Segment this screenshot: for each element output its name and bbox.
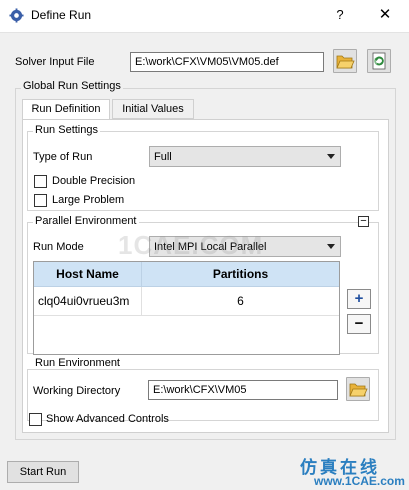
tab-run-definition[interactable]: Run Definition xyxy=(22,99,110,120)
solver-input-field[interactable]: E:\work\CFX\VM05\VM05.def xyxy=(130,52,324,72)
large-problem-label: Large Problem xyxy=(52,194,125,206)
run-mode-label: Run Mode xyxy=(33,241,84,253)
hosts-table: Host Name Partitions clq04ui0vrueu3m 6 xyxy=(33,261,340,355)
solver-input-label: Solver Input File xyxy=(15,56,95,68)
run-settings-title: Run Settings xyxy=(33,124,100,136)
chevron-down-icon xyxy=(327,244,335,249)
working-directory-label: Working Directory xyxy=(33,385,121,397)
directory-browse-button[interactable] xyxy=(346,377,370,401)
working-directory-field[interactable]: E:\work\CFX\VM05 xyxy=(148,380,338,400)
solver-browse-button[interactable] xyxy=(333,49,357,73)
table-row-host[interactable]: clq04ui0vrueu3m xyxy=(34,287,142,316)
window-title: Define Run xyxy=(31,8,92,22)
show-advanced-label: Show Advanced Controls xyxy=(46,413,169,425)
chevron-down-icon xyxy=(327,154,335,159)
close-button[interactable]: ✕ xyxy=(372,4,398,26)
type-of-run-value: Full xyxy=(154,151,172,163)
dialog-body: Solver Input File E:\work\CFX\VM05\VM05.… xyxy=(0,32,409,490)
run-environment-title: Run Environment xyxy=(33,357,122,369)
parallel-environment-title: Parallel Environment xyxy=(33,215,139,227)
tab-initial-values[interactable]: Initial Values xyxy=(112,99,194,119)
type-of-run-select[interactable]: Full xyxy=(149,146,341,167)
title-bar: Define Run ? ✕ xyxy=(0,0,409,32)
folder-open-icon xyxy=(349,383,368,397)
start-run-button[interactable]: Start Run xyxy=(7,461,79,483)
add-host-button[interactable]: + xyxy=(347,289,371,309)
collapse-button[interactable]: − xyxy=(358,216,369,227)
brand-logo-url: www.1CAE.com xyxy=(314,474,405,488)
remove-host-button[interactable]: − xyxy=(347,314,371,334)
large-problem-checkbox[interactable] xyxy=(34,194,47,207)
watermark-text: 1CAE.COM xyxy=(118,230,264,260)
gear-app-icon xyxy=(9,8,24,23)
reload-icon xyxy=(372,52,386,70)
host-name-header[interactable]: Host Name xyxy=(34,262,142,287)
reload-button[interactable] xyxy=(367,49,391,73)
double-precision-label: Double Precision xyxy=(52,175,136,187)
global-run-settings-title: Global Run Settings xyxy=(21,80,123,92)
help-button[interactable]: ? xyxy=(330,4,350,26)
double-precision-checkbox[interactable] xyxy=(34,175,47,188)
table-row-partitions[interactable]: 6 xyxy=(142,287,339,316)
folder-open-icon xyxy=(336,55,355,69)
type-of-run-label: Type of Run xyxy=(33,151,93,163)
show-advanced-checkbox[interactable] xyxy=(29,413,42,426)
partitions-header[interactable]: Partitions xyxy=(142,262,339,287)
